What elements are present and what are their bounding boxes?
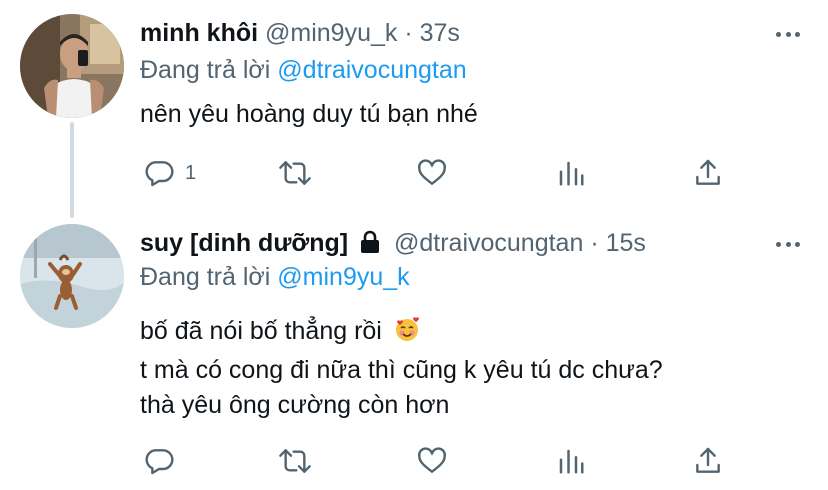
retweet-button[interactable] <box>277 441 313 481</box>
share-button[interactable] <box>692 441 724 481</box>
tweet-text: nên yêu hoàng duy tú bạn nhé <box>140 97 478 132</box>
more-horizontal-icon[interactable] <box>776 30 800 38</box>
share-upload-icon <box>696 447 720 473</box>
reply-bubble-icon <box>145 449 174 475</box>
like-button[interactable] <box>416 153 448 193</box>
smiling-face-with-hearts-icon <box>393 315 421 353</box>
replying-prefix: Đang trả lời <box>140 56 271 84</box>
tweet-actions <box>0 441 828 481</box>
lock-icon <box>359 230 381 261</box>
separator-dot: · <box>590 229 599 257</box>
tweet-text-line: nên yêu hoàng duy tú bạn nhé <box>140 100 478 128</box>
tweet-actions: 1 <box>0 153 828 193</box>
tweet-reply-1[interactable]: minh khôi @min9yu_k · 37s Đang trả lời @… <box>0 0 828 218</box>
tweet-text-line-1: bố đã nói bố thẳng rồi <box>140 317 382 345</box>
retweet-icon <box>279 449 311 473</box>
tweet-text-line-2: t mà có cong đi nữa thì cũng k yêu tú dc… <box>140 356 663 384</box>
separator-dot: · <box>404 19 413 47</box>
author-name[interactable]: suy [dinh dưỡng] <box>140 229 348 257</box>
analytics-bars-icon <box>559 161 584 186</box>
replying-mention[interactable]: @dtraivocungtan <box>277 56 466 84</box>
author-name[interactable]: minh khôi <box>140 19 258 47</box>
heart-icon <box>418 159 446 185</box>
timestamp[interactable]: 15s <box>606 229 646 257</box>
replying-mention[interactable]: @min9yu_k <box>277 263 409 291</box>
author-handle[interactable]: @dtraivocungtan <box>394 229 583 257</box>
reply-button[interactable] <box>143 441 185 481</box>
share-upload-icon <box>696 159 720 185</box>
retweet-icon <box>279 161 311 185</box>
timestamp[interactable]: 37s <box>420 19 460 47</box>
analytics-bars-icon <box>559 449 584 474</box>
avatar[interactable] <box>20 14 124 118</box>
heart-icon <box>418 447 446 473</box>
tweet-text-line: bố đã nói bố thẳng rồi <box>140 314 663 353</box>
avatar[interactable] <box>20 224 124 328</box>
tweet-header: suy [dinh dưỡng] @dtraivocungtan · 15s <box>140 228 646 261</box>
views-button[interactable] <box>556 441 586 481</box>
replying-prefix: Đang trả lời <box>140 263 271 291</box>
reply-count: 1 <box>185 161 197 184</box>
retweet-button[interactable] <box>277 153 313 193</box>
views-button[interactable] <box>556 153 586 193</box>
tweet-text: bố đã nói bố thẳng rồi t mà có cong đi n… <box>140 314 663 423</box>
tweet-text-line-3: thà yêu ông cường còn hơn <box>140 391 450 419</box>
more-horizontal-icon[interactable] <box>776 240 800 248</box>
like-button[interactable] <box>416 441 448 481</box>
tweet-reply-2[interactable]: suy [dinh dưỡng] @dtraivocungtan · 15s Đ… <box>0 218 828 490</box>
reply-bubble-icon <box>145 161 174 187</box>
reply-button[interactable]: 1 <box>143 153 196 193</box>
replying-to: Đang trả lời @dtraivocungtan <box>140 55 467 85</box>
author-handle[interactable]: @min9yu_k <box>265 19 397 47</box>
share-button[interactable] <box>692 153 724 193</box>
tweet-header: minh khôi @min9yu_k · 37s <box>140 18 460 48</box>
replying-to: Đang trả lời @min9yu_k <box>140 262 410 292</box>
